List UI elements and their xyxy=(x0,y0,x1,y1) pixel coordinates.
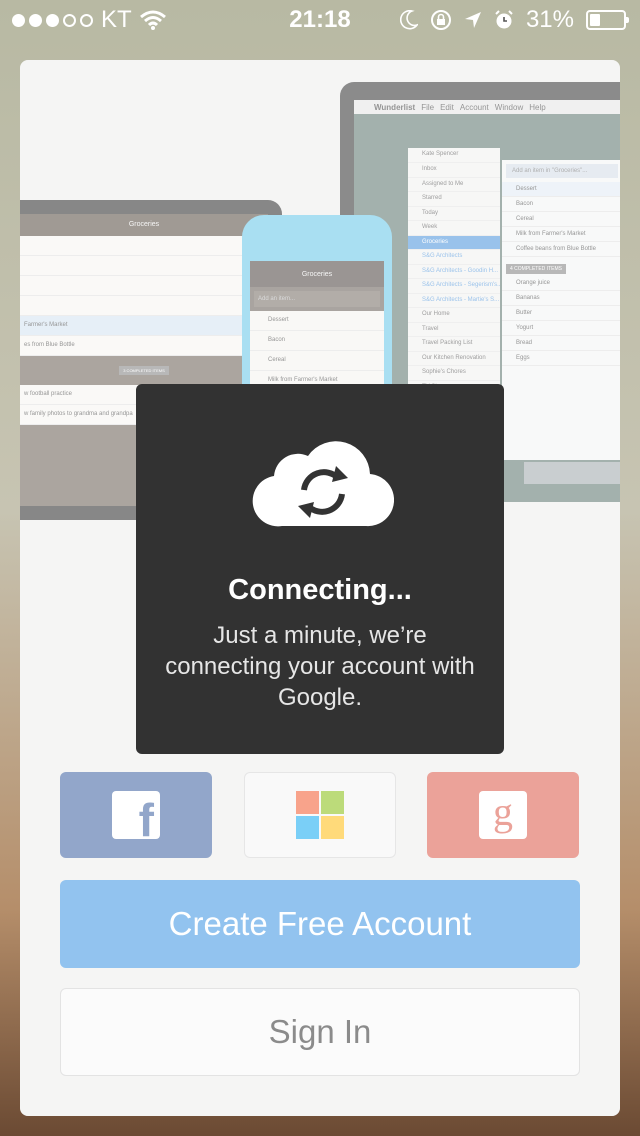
moon-icon xyxy=(399,10,418,30)
location-arrow-icon xyxy=(464,12,481,28)
battery-level xyxy=(590,14,600,26)
status-right: 31% xyxy=(399,6,629,34)
cloud-sync-icon xyxy=(252,441,394,527)
alarm-icon xyxy=(495,10,513,29)
rotation-lock-icon xyxy=(430,10,451,30)
battery-icon xyxy=(586,10,629,30)
status-bar: KT 21:18 31% xyxy=(0,0,640,40)
battery-percent: 31% xyxy=(525,6,574,33)
connecting-dialog: Connecting... Just a minute, we’re conne… xyxy=(136,384,504,754)
dialog-message: Just a minute, we’re connecting your acc… xyxy=(165,622,475,711)
dialog-title: Connecting... xyxy=(228,574,412,606)
